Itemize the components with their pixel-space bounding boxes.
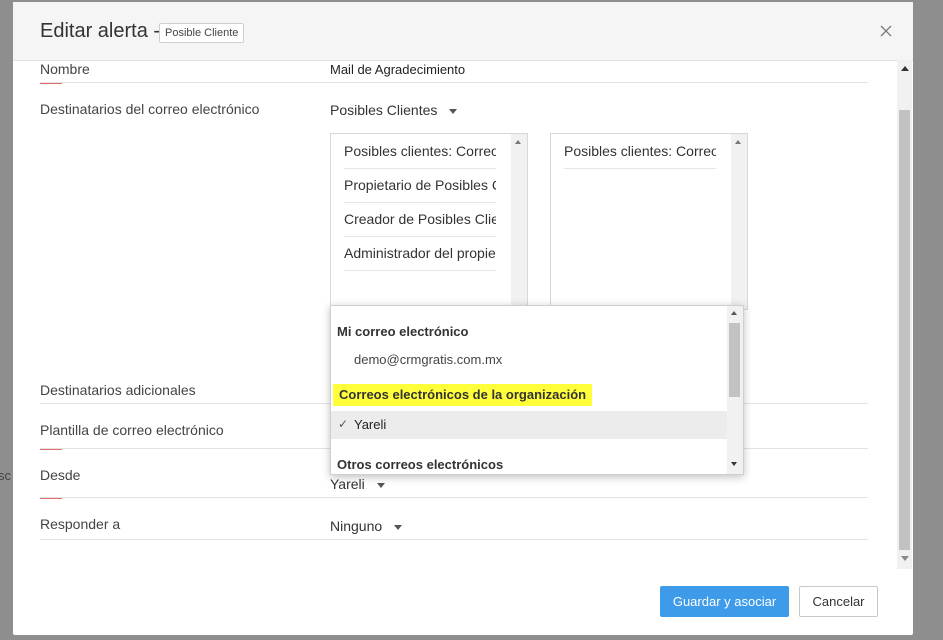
recipient-module-select[interactable]: Posibles Clientes — [330, 102, 458, 118]
list-item[interactable]: Posibles clientes: Correo electrónico — [344, 135, 496, 169]
dropdown-option-label: Yareli — [354, 417, 387, 432]
dropdown-option-selected[interactable]: ✓ Yareli — [331, 411, 727, 439]
scrollbar-thumb[interactable] — [899, 110, 910, 550]
list-scrollbar[interactable] — [731, 134, 747, 309]
field-divider — [40, 82, 868, 83]
edit-alert-modal: Editar alerta - Posible Cliente Nombre M… — [13, 2, 913, 635]
recipient-module-value: Posibles Clientes — [330, 102, 438, 118]
scroll-down-icon[interactable] — [731, 462, 737, 466]
nombre-input[interactable]: Mail de Agradecimiento — [330, 62, 465, 77]
list-scrollbar[interactable] — [511, 134, 527, 309]
list-item[interactable]: Propietario de Posibles Clientes — [344, 169, 496, 203]
modal-title: Editar alerta - — [40, 20, 161, 42]
field-label-responder: Responder a — [40, 516, 121, 532]
dropdown-group-label: Otros correos electrónicos — [337, 457, 504, 472]
backdrop-text: sc — [0, 468, 11, 483]
cancel-button[interactable]: Cancelar — [799, 586, 878, 617]
module-badge: Posible Cliente — [159, 23, 245, 43]
list-item[interactable]: Administrador del propietario — [344, 237, 496, 271]
chevron-down-icon — [394, 524, 403, 530]
scrollbar-thumb[interactable] — [729, 323, 740, 397]
field-label-plantilla: Plantilla de correo electrónico — [40, 422, 224, 438]
from-email-dropdown[interactable]: Mi correo electrónico demo@crmgratis.com… — [330, 305, 744, 475]
list-item[interactable]: Creador de Posibles Clientes — [344, 203, 496, 237]
dropdown-option[interactable]: demo@crmgratis.com.mx — [354, 352, 502, 367]
dropdown-group-label: Mi correo electrónico — [337, 324, 469, 339]
scroll-up-icon[interactable] — [901, 66, 909, 71]
scroll-down-icon[interactable] — [901, 556, 909, 561]
chevron-down-icon — [376, 482, 385, 488]
from-select[interactable]: Yareli — [330, 476, 385, 492]
field-label-adicionales: Destinatarios adicionales — [40, 382, 196, 398]
modal-header: Editar alerta - Posible Cliente — [13, 2, 913, 61]
available-recipients-list[interactable]: Posibles clientes: Correo electrónico Pr… — [330, 133, 528, 310]
scroll-up-icon[interactable] — [731, 311, 737, 315]
field-label-destinatarios: Destinatarios del correo electrónico — [40, 101, 260, 117]
dropdown-scrollbar[interactable] — [727, 306, 743, 474]
field-divider — [40, 497, 868, 498]
field-label-nombre: Nombre — [40, 61, 90, 77]
selected-recipients-list[interactable]: Posibles clientes: Correo electrónico — [550, 133, 748, 310]
reply-to-value: Ninguno — [330, 518, 383, 534]
dropdown-group-label-highlighted: Correos electrónicos de la organización — [333, 384, 593, 406]
field-label-desde: Desde — [40, 467, 81, 483]
reply-to-select[interactable]: Ninguno — [330, 518, 403, 534]
from-select-value: Yareli — [330, 476, 365, 492]
modal-scrollbar[interactable] — [897, 60, 912, 569]
save-associate-button[interactable]: Guardar y asociar — [660, 586, 789, 617]
scroll-up-icon[interactable] — [515, 140, 521, 144]
field-divider — [40, 539, 868, 540]
check-icon: ✓ — [338, 417, 349, 431]
close-icon[interactable] — [877, 22, 895, 40]
chevron-down-icon — [449, 108, 458, 114]
scroll-up-icon[interactable] — [735, 140, 741, 144]
list-item[interactable]: Posibles clientes: Correo electrónico — [564, 135, 716, 169]
